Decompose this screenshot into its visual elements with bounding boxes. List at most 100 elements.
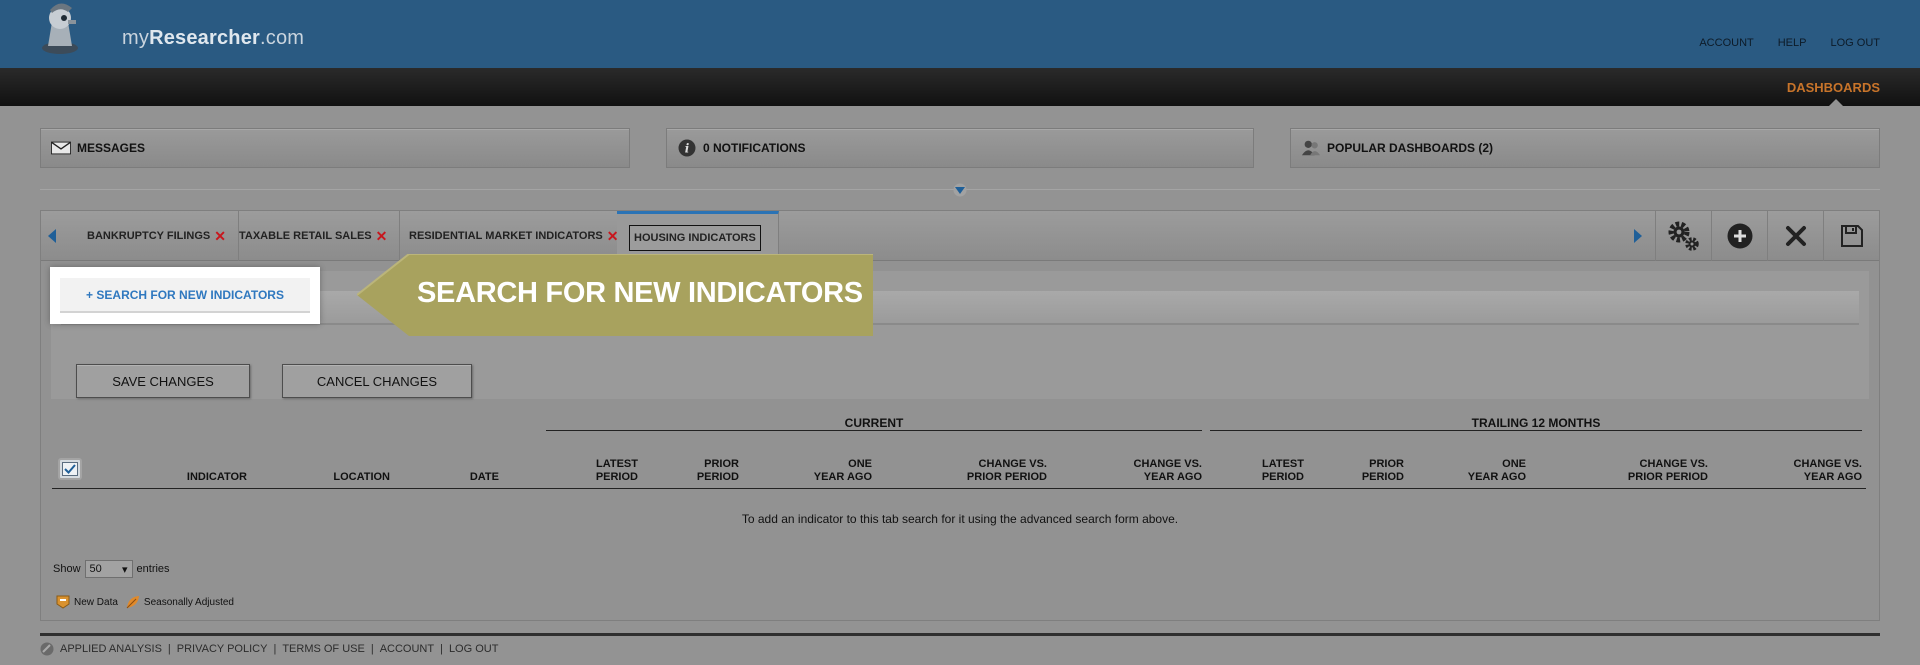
col-t12-prior-period: PRIOR PERIOD [1320, 458, 1404, 484]
col-change-year-ago: CHANGE VS. YEAR AGO [1080, 458, 1202, 484]
logo[interactable]: myResearcher.com [38, 0, 304, 64]
footer-sep: | [440, 643, 443, 655]
col-t12-chgp-line1: CHANGE VS. [1639, 458, 1708, 470]
save-disk-icon[interactable] [1823, 211, 1879, 261]
logo-wordmark: myResearcher.com [122, 27, 305, 49]
table-header-rule [52, 488, 1866, 489]
col-latest-period: LATEST PERIOD [560, 458, 638, 484]
page-length-control: Show 50 ▾ entries [53, 560, 170, 578]
help-link[interactable]: HELP [1778, 37, 1807, 49]
col-chgy-line2: YEAR AGO [1143, 471, 1202, 483]
footer-sep: | [273, 643, 277, 655]
tab-bankruptcy-filings[interactable]: BANKRUPTCY FILINGS ✕ [75, 211, 239, 261]
col-prior-period: PRIOR PERIOD [660, 458, 739, 484]
callout-text: SEARCH FOR NEW INDICATORS [417, 277, 863, 309]
legend-new-data: New Data [74, 596, 118, 608]
nav-dashboards[interactable]: DASHBOARDS [1787, 80, 1880, 95]
col-t12-prior-line1: PRIOR [1369, 458, 1404, 470]
svg-text:i: i [685, 142, 690, 156]
col-t12-one-line1: ONE [1502, 458, 1526, 470]
search-new-indicators-link[interactable]: + SEARCH FOR NEW INDICATORS [60, 278, 310, 313]
col-latest-line2: PERIOD [595, 471, 638, 483]
logout-link[interactable]: LOG OUT [1830, 37, 1880, 49]
applied-analysis-logo-icon [40, 642, 54, 656]
seasonal-leaf-icon [126, 596, 139, 609]
info-icon: i [677, 139, 697, 157]
users-icon [1301, 140, 1321, 156]
col-prior-line2: PERIOD [696, 471, 739, 483]
col-chgp-line1: CHANGE VS. [978, 458, 1047, 470]
messages-label: MESSAGES [77, 141, 146, 155]
group-trailing-line [1210, 430, 1862, 431]
col-chgp-line2: PRIOR PERIOD [966, 471, 1047, 483]
close-icon[interactable]: ✕ [214, 228, 226, 245]
page-length-value: 50 [89, 563, 102, 575]
col-t12-prior-line2: PERIOD [1361, 471, 1404, 483]
save-changes-button[interactable]: SAVE CHANGES [76, 364, 250, 398]
footer-account[interactable]: ACCOUNT [380, 643, 434, 655]
col-t12-chgp-line2: PRIOR PERIOD [1627, 471, 1708, 483]
cancel-changes-button[interactable]: CANCEL CHANGES [282, 364, 472, 398]
search-bar-strip [61, 291, 1859, 325]
group-trailing: TRAILING 12 MONTHS [1471, 416, 1601, 430]
col-t12-change-prior-period: CHANGE VS. PRIOR PERIOD [1560, 458, 1708, 484]
add-circle-icon[interactable] [1711, 211, 1767, 261]
col-prior-line1: PRIOR [704, 458, 739, 470]
col-t12-latest-line2: PERIOD [1261, 471, 1304, 483]
footer-terms-of-use[interactable]: TERMS OF USE [282, 643, 365, 655]
chevron-down-icon[interactable] [952, 183, 968, 197]
envelope-icon [51, 140, 71, 156]
notifications-panel[interactable]: i 0 NOTIFICATIONS [666, 128, 1254, 168]
group-current: CURRENT [844, 416, 904, 430]
col-t12-chgy-line2: YEAR AGO [1803, 471, 1862, 483]
footer-privacy-policy[interactable]: PRIVACY POLICY [177, 643, 268, 655]
empty-table-message: To add an indicator to this tab search f… [741, 512, 1179, 526]
col-latest-line1: LATEST [596, 458, 638, 470]
col-one-year-ago: ONE YEAR AGO [760, 458, 872, 484]
search-highlight: + SEARCH FOR NEW INDICATORS [50, 267, 320, 324]
legend: New Data Seasonally Adjusted [56, 595, 234, 609]
popular-dashboards-label: POPULAR DASHBOARDS (2) [1327, 141, 1494, 155]
footer-sep: | [167, 643, 171, 655]
footer-log-out[interactable]: LOG OUT [449, 643, 499, 655]
col-one-line2: YEAR AGO [813, 471, 872, 483]
nav-active-caret [1828, 99, 1844, 107]
top-links: ACCOUNT HELP LOG OUT [1699, 37, 1880, 49]
popular-dashboards-panel[interactable]: POPULAR DASHBOARDS (2) [1290, 128, 1880, 168]
top-header: myResearcher.com ACCOUNT HELP LOG OUT [0, 0, 1920, 68]
footer-applied-analysis[interactable]: APPLIED ANALYSIS [60, 643, 162, 655]
footer-sep: | [370, 643, 374, 655]
tab-label: TAXABLE RETAIL SALES [239, 230, 372, 242]
tab-label: HOUSING INDICATORS [629, 224, 761, 251]
footer: APPLIED ANALYSIS | PRIVACY POLICY | TERMS … [40, 642, 498, 656]
settings-gear-icon[interactable] [1655, 211, 1711, 261]
select-all-checkbox[interactable] [58, 458, 82, 480]
tab-label: RESIDENTIAL MARKET INDICATORS [409, 230, 603, 242]
tabs-scroll-right-icon[interactable] [1627, 211, 1649, 261]
col-t12-latest-period: LATEST PERIOD [1222, 458, 1304, 484]
col-t12-latest-line1: LATEST [1262, 458, 1304, 470]
col-t12-one-year-ago: ONE YEAR AGO [1420, 458, 1526, 484]
col-indicator: INDICATOR [186, 471, 247, 483]
close-icon[interactable] [1767, 211, 1823, 261]
messages-panel[interactable]: MESSAGES [40, 128, 630, 168]
tab-bar: BANKRUPTCY FILINGS ✕ TAXABLE RETAIL SALES… [41, 211, 1879, 261]
account-link[interactable]: ACCOUNT [1699, 37, 1753, 49]
close-icon[interactable]: ✕ [376, 228, 388, 245]
footer-rule [40, 633, 1880, 636]
col-t12-change-year-ago: CHANGE VS. YEAR AGO [1740, 458, 1862, 484]
nav-bar: DASHBOARDS [0, 68, 1920, 106]
notifications-label: 0 NOTIFICATIONS [703, 141, 806, 155]
new-data-icon [56, 595, 70, 609]
col-location: LOCATION [333, 471, 390, 483]
researcher-mascot-icon [42, 3, 78, 54]
col-t12-one-line2: YEAR AGO [1467, 471, 1526, 483]
search-panel: SAVE CHANGES CANCEL CHANGES [51, 271, 1869, 399]
col-chgy-line1: CHANGE VS. [1133, 458, 1202, 470]
col-change-prior-period: CHANGE VS. PRIOR PERIOD [900, 458, 1047, 484]
tab-label: BANKRUPTCY FILINGS [87, 230, 211, 242]
tabs-scroll-left-icon[interactable] [41, 211, 63, 261]
show-label: Show [53, 563, 81, 575]
page-length-select[interactable]: 50 ▾ [84, 560, 133, 578]
entries-label: entries [136, 563, 170, 575]
